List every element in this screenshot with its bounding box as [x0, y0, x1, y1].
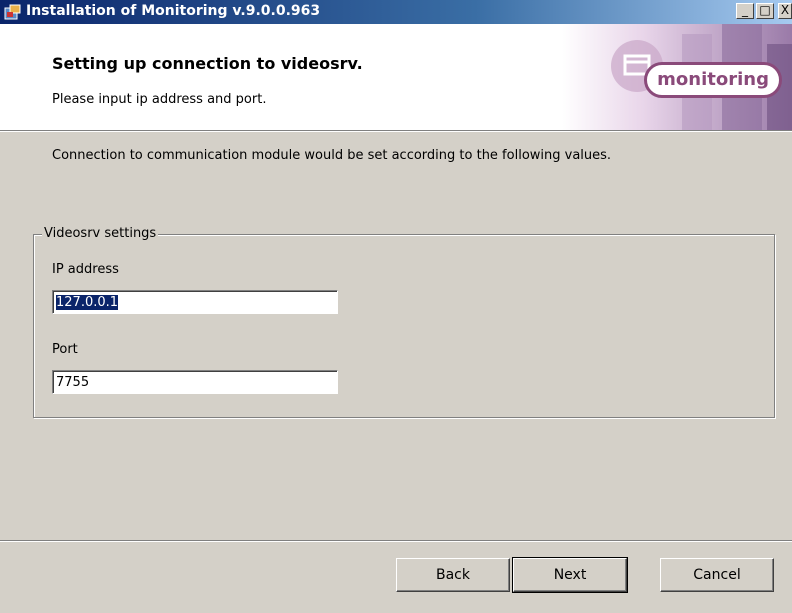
ip-address-input[interactable]: 127.0.0.1 — [52, 290, 338, 314]
window-title: Installation of Monitoring v.9.0.0.963 — [26, 3, 321, 19]
back-button[interactable]: Back — [396, 558, 510, 592]
group-legend: Videosrv settings — [42, 226, 159, 241]
description-text: Connection to communication module would… — [52, 148, 612, 163]
title-bar[interactable]: Installation of Monitoring v.9.0.0.963 _… — [0, 0, 792, 24]
ip-address-label: IP address — [52, 262, 119, 277]
port-label: Port — [52, 342, 78, 357]
port-value: 7755 — [56, 375, 90, 390]
header-separator — [0, 130, 792, 132]
header-banner: Setting up connection to videosrv. Pleas… — [0, 24, 792, 130]
installer-icon — [4, 4, 21, 20]
page-subtitle: Please input ip address and port. — [52, 92, 267, 107]
monitoring-logo: monitoring — [644, 62, 782, 98]
next-button[interactable]: Next — [512, 557, 628, 593]
footer-separator — [0, 540, 792, 542]
minimize-button[interactable]: _ — [736, 3, 754, 19]
page-title: Setting up connection to videosrv. — [52, 54, 363, 73]
ip-address-value: 127.0.0.1 — [56, 295, 119, 310]
port-input[interactable]: 7755 — [52, 370, 338, 394]
close-button[interactable]: X — [778, 3, 792, 19]
cancel-button[interactable]: Cancel — [660, 558, 774, 592]
maximize-button[interactable]: □ — [756, 3, 774, 19]
